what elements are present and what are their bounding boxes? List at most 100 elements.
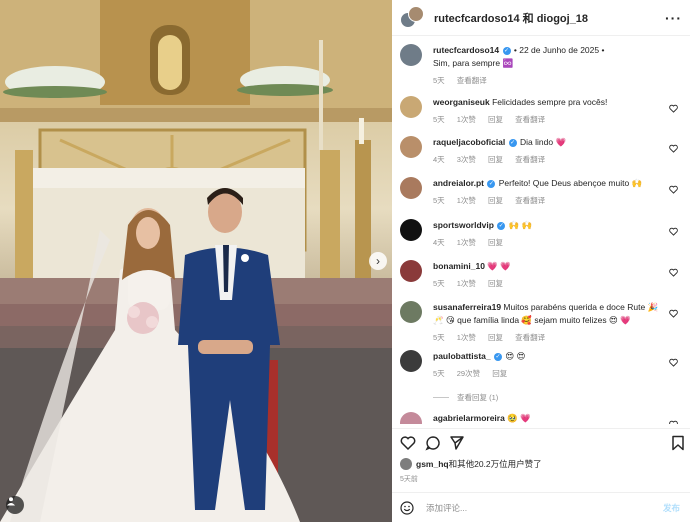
comment-text: Dia lindo 💗	[520, 137, 567, 147]
translate-link[interactable]: 查看翻译	[515, 155, 545, 164]
comment-username[interactable]: andreialor.pt	[433, 178, 484, 188]
caption-text: Sim, para sempre ♾️	[433, 58, 514, 68]
comment-item: andreialor.pt ✓ Perfeito! Que Deus abenç…	[400, 177, 682, 207]
comment-username[interactable]: raqueljacoboficial	[433, 137, 505, 147]
translate-link[interactable]: 查看翻译	[515, 196, 545, 205]
avatar[interactable]	[400, 136, 422, 158]
heart-icon[interactable]	[669, 144, 678, 153]
heart-icon[interactable]	[669, 268, 678, 277]
comment-time: 5天	[433, 333, 445, 342]
post-authors[interactable]: rutecfcardoso14 和 diogoj_18	[434, 10, 588, 26]
post-photo[interactable]: ›	[0, 0, 392, 522]
post-timestamp: 5天前	[400, 476, 418, 483]
next-image-button[interactable]: ›	[369, 252, 387, 270]
comment-text: 💗 💗	[487, 261, 511, 271]
comment-input[interactable]	[426, 502, 663, 513]
reply-button[interactable]: 回复	[492, 369, 507, 378]
avatar[interactable]	[400, 96, 422, 118]
comment-text: 🙌 🙌	[508, 220, 533, 230]
avatar[interactable]	[400, 219, 422, 241]
comment-username[interactable]: sportsworldvip	[433, 220, 494, 230]
reply-button[interactable]: 回复	[488, 196, 503, 205]
avatar[interactable]	[400, 177, 422, 199]
comment-username[interactable]: weorganiseuk	[433, 97, 490, 107]
comment-item: bonamini_10 💗 💗 5天 1次赞 回复	[400, 260, 682, 290]
likes-user[interactable]: gsm_hq	[416, 459, 449, 469]
caption-date: • 22 de Junho de 2025 •	[513, 45, 605, 55]
avatar[interactable]	[400, 44, 422, 66]
comment-time: 5天	[433, 115, 445, 124]
comment-likes[interactable]: 1次赞	[457, 333, 476, 342]
post-panel: rutecfcardoso14 和 diogoj_18 ··· rutecfca…	[392, 0, 690, 522]
caption-username[interactable]: rutecfcardoso14	[433, 45, 499, 55]
avatar[interactable]	[400, 412, 422, 424]
verified-badge-icon: ✓	[497, 221, 506, 230]
heart-icon[interactable]	[669, 227, 678, 236]
comment-text: 😍 😍	[505, 351, 526, 361]
comment-likes[interactable]: 3次赞	[457, 155, 476, 164]
comment-text: Felicidades sempre pra vocês!	[492, 97, 608, 107]
comment-text: Perfeito! Que Deus abençoe muito 🙌	[498, 178, 643, 188]
comment-likes[interactable]: 1次赞	[457, 196, 476, 205]
view-replies-button[interactable]: 查看回复 (1)	[433, 392, 498, 403]
reply-button[interactable]: 回复	[488, 155, 503, 164]
tagged-users-button[interactable]	[6, 496, 24, 514]
comment-item: agabrielarmoreira 🥹 💗	[400, 412, 682, 424]
heart-icon[interactable]	[669, 358, 678, 367]
comment-bubble-icon[interactable]	[425, 435, 441, 451]
avatar[interactable]	[400, 301, 422, 323]
comment-item: paulobattista_ ✓ 😍 😍 5天 29次赞 回复	[400, 350, 682, 380]
comment-time: 5天	[433, 369, 445, 378]
view-replies-label: 查看回复 (1)	[457, 393, 499, 402]
comment-text: 🥹 💗	[507, 413, 531, 423]
chevron-right-icon: ›	[376, 254, 380, 268]
comment-item: weorganiseuk Felicidades sempre pra você…	[400, 96, 682, 126]
comment-item: sportsworldvip ✓ 🙌 🙌 4天 1次赞 回复	[400, 219, 682, 249]
comment-username[interactable]: paulobattista_	[433, 351, 491, 361]
comments-list[interactable]: rutecfcardoso14 ✓ • 22 de Junho de 2025 …	[392, 36, 690, 424]
comment-likes[interactable]: 1次赞	[457, 279, 476, 288]
divider	[433, 397, 449, 398]
wedding-photo-illustration	[0, 0, 392, 522]
heart-icon[interactable]	[669, 309, 678, 318]
heart-icon[interactable]	[669, 420, 678, 424]
translate-link[interactable]: 查看翻译	[515, 333, 545, 342]
reply-button[interactable]: 回复	[488, 238, 503, 247]
avatar[interactable]	[400, 350, 422, 372]
comment-time: 4天	[433, 155, 445, 164]
verified-badge-icon: ✓	[494, 352, 502, 361]
smiley-icon[interactable]	[400, 500, 414, 515]
verified-badge-icon: ✓	[502, 46, 511, 55]
more-dots-icon[interactable]: ···	[665, 10, 682, 26]
comment-time: 5天	[433, 279, 445, 288]
comment-item: raqueljacoboficial ✓ Dia lindo 💗 4天 3次赞 …	[400, 136, 682, 166]
post-caption: rutecfcardoso14 ✓ • 22 de Junho de 2025 …	[400, 44, 682, 87]
avatar[interactable]	[408, 5, 424, 22]
comment-likes[interactable]: 29次赞	[457, 369, 480, 378]
translate-link[interactable]: 查看翻译	[515, 115, 545, 124]
verified-badge-icon: ✓	[487, 179, 496, 188]
heart-icon[interactable]	[669, 104, 678, 113]
avatar[interactable]	[400, 260, 422, 282]
post-comment-button[interactable]: 发布	[663, 502, 680, 514]
paper-plane-icon[interactable]	[449, 435, 465, 451]
comment-username[interactable]: susanaferreira19	[433, 302, 501, 312]
comment-likes[interactable]: 1次赞	[457, 115, 476, 124]
collab-avatars[interactable]	[400, 5, 424, 30]
reply-button[interactable]: 回复	[488, 115, 503, 124]
translate-link[interactable]: 查看翻译	[457, 76, 487, 85]
caption-time: 5天	[433, 76, 445, 85]
bookmark-icon[interactable]	[670, 435, 686, 451]
likes-rest: 和其他20.2万位用户赞了	[448, 459, 542, 469]
comment-likes[interactable]: 1次赞	[457, 238, 476, 247]
likes-summary[interactable]: gsm_hq 和其他20.2万位用户赞了	[400, 458, 542, 470]
avatar[interactable]	[400, 458, 412, 470]
comment-time: 4天	[433, 238, 445, 247]
post-header: rutecfcardoso14 和 diogoj_18 ···	[392, 0, 690, 36]
heart-icon[interactable]	[669, 185, 678, 194]
heart-icon[interactable]	[400, 435, 416, 451]
reply-button[interactable]: 回复	[488, 279, 503, 288]
comment-username[interactable]: agabrielarmoreira	[433, 413, 505, 423]
comment-username[interactable]: bonamini_10	[433, 261, 485, 271]
reply-button[interactable]: 回复	[488, 333, 503, 342]
